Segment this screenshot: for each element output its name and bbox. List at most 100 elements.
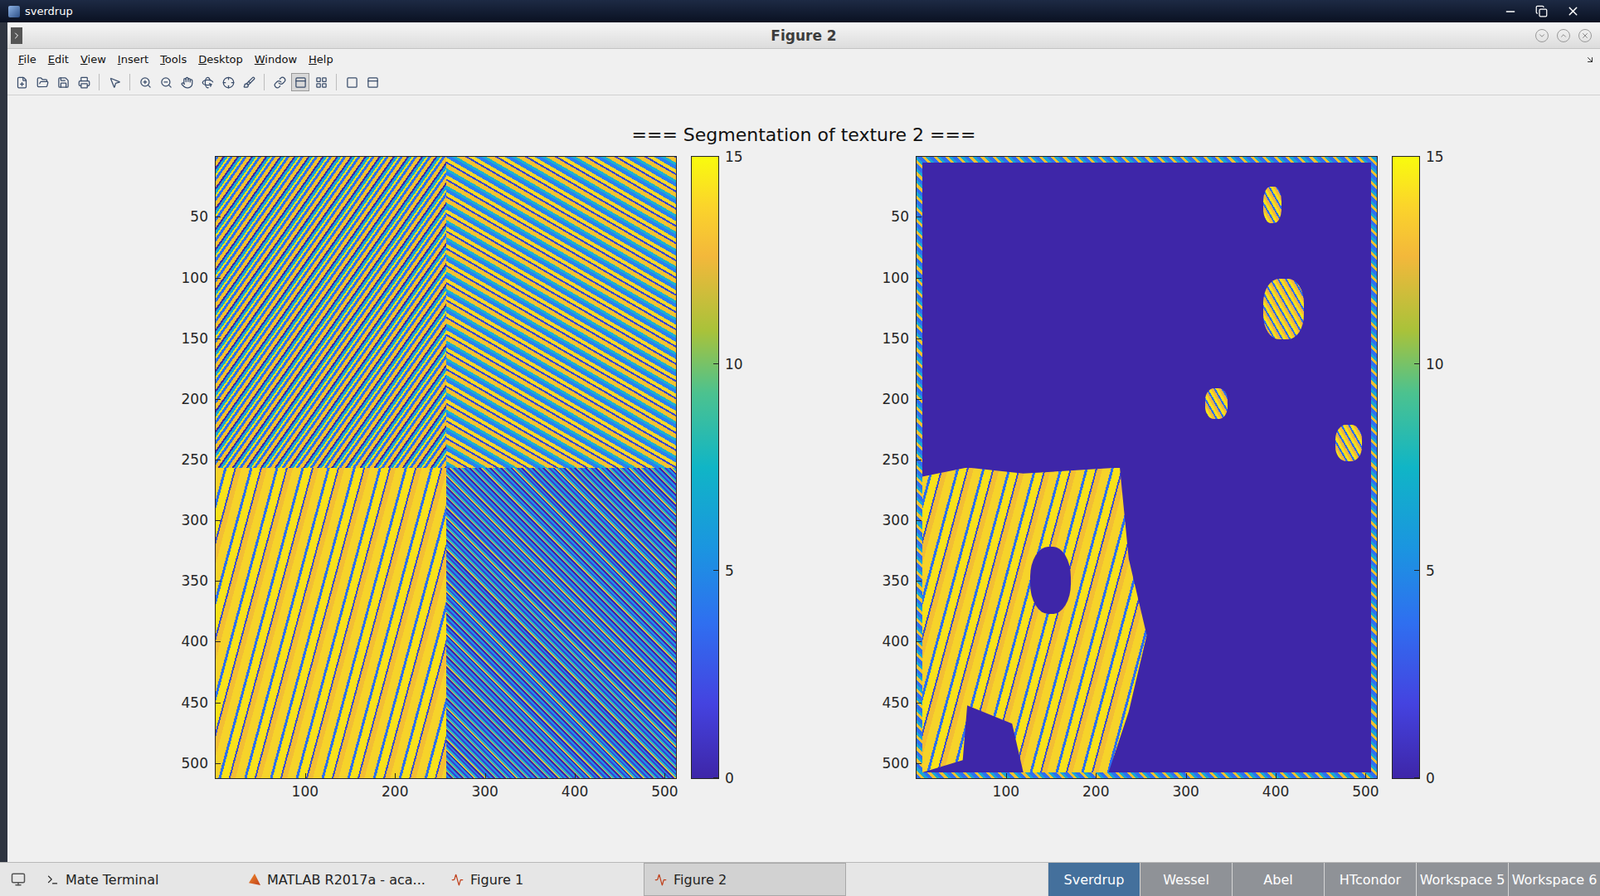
toolbar-button[interactable] bbox=[239, 72, 258, 92]
dock-arrow-icon[interactable] bbox=[1585, 54, 1596, 65]
x-tick-label: 300 bbox=[1172, 782, 1199, 800]
taskbar-item[interactable]: Mate Terminal bbox=[36, 862, 239, 896]
figure-title-bar: Figure 2 bbox=[7, 22, 1600, 49]
toolbar-button[interactable] bbox=[311, 72, 331, 92]
close-icon[interactable] bbox=[1565, 4, 1581, 19]
workspace-button[interactable]: Workspace 5 bbox=[1415, 862, 1508, 896]
expand-icon bbox=[11, 30, 22, 41]
y-tick bbox=[916, 277, 922, 279]
y-tick-label: 200 bbox=[181, 390, 209, 408]
y-tick-label: 100 bbox=[181, 269, 209, 287]
y-tick bbox=[916, 641, 922, 642]
new-figure-icon bbox=[15, 76, 29, 89]
colorbar-tick bbox=[713, 155, 719, 157]
y-tick-label: 50 bbox=[189, 208, 209, 225]
x-tick-label: 500 bbox=[651, 782, 678, 800]
brush-icon bbox=[243, 76, 256, 89]
x-tick bbox=[1006, 773, 1007, 779]
close-button[interactable] bbox=[1578, 29, 1592, 43]
taskbar-item[interactable]: MATLAB R2017a - aca... bbox=[238, 862, 442, 896]
workspace-button[interactable]: Workspace 6 bbox=[1507, 862, 1600, 896]
menu-item[interactable]: Insert bbox=[111, 51, 155, 68]
y-tick bbox=[215, 398, 221, 400]
zoom-out-icon bbox=[160, 76, 173, 89]
workspace-switcher: SverdrupWesselAbelHTcondorWorkspace 5Wor… bbox=[1047, 862, 1600, 896]
toolbar-button[interactable] bbox=[105, 72, 124, 92]
y-tick bbox=[916, 763, 922, 764]
data-cursor-icon bbox=[222, 76, 235, 89]
colorbar-tick bbox=[1414, 569, 1420, 571]
menu-item[interactable]: Help bbox=[302, 51, 340, 68]
y-tick bbox=[916, 702, 922, 704]
axes[interactable]: 5010015020025030035040045050010020030040… bbox=[915, 155, 1378, 779]
y-tick-label: 250 bbox=[882, 451, 910, 468]
toolbar-button[interactable] bbox=[363, 72, 382, 92]
toolbar-button[interactable] bbox=[136, 72, 155, 92]
minimize-icon[interactable] bbox=[1503, 4, 1518, 19]
figure-canvas: === Segmentation of texture 2 === 5010015… bbox=[7, 95, 1600, 862]
axes[interactable]: 5010015020025030035040045050010020030040… bbox=[214, 155, 677, 779]
toolbar-button[interactable] bbox=[291, 72, 310, 92]
figure-icon bbox=[654, 873, 667, 886]
toolbar-button[interactable] bbox=[198, 72, 217, 92]
figure-title: Figure 2 bbox=[770, 27, 837, 44]
toolbar-button[interactable] bbox=[270, 72, 289, 92]
y-tick bbox=[916, 580, 922, 582]
y-tick-label: 100 bbox=[882, 269, 910, 287]
toolbar-separator bbox=[335, 73, 337, 91]
toolbar-button[interactable] bbox=[33, 72, 52, 92]
menu-item[interactable]: Tools bbox=[154, 51, 193, 68]
dock-button[interactable] bbox=[10, 27, 23, 44]
y-tick-label: 200 bbox=[882, 390, 910, 408]
colorbar-toggle-icon bbox=[294, 76, 307, 89]
minimize-button[interactable] bbox=[1535, 29, 1549, 43]
toolbar-button[interactable] bbox=[74, 72, 93, 92]
colorbar-tick bbox=[1414, 155, 1420, 157]
show-desktop-button[interactable] bbox=[0, 862, 37, 896]
y-tick-label: 500 bbox=[882, 754, 910, 772]
maximize-button[interactable] bbox=[1556, 29, 1571, 43]
toolbar-button[interactable] bbox=[53, 72, 73, 92]
menu-item[interactable]: Desktop bbox=[192, 51, 249, 68]
y-tick bbox=[215, 277, 221, 279]
taskbar-item[interactable]: Figure 2 bbox=[643, 862, 847, 896]
toolbar-button[interactable] bbox=[177, 72, 196, 92]
axes-group: 5010015020025030035040045050010020030040… bbox=[915, 155, 1421, 779]
restore-icon[interactable] bbox=[1535, 4, 1548, 18]
colorbar-label: 10 bbox=[1425, 355, 1445, 373]
menu-item[interactable]: Edit bbox=[42, 51, 75, 68]
toolbar-separator bbox=[263, 73, 265, 91]
colorbar-label: 0 bbox=[724, 769, 735, 787]
y-tick bbox=[916, 398, 922, 400]
menu-item[interactable]: File bbox=[12, 51, 43, 68]
toolbar-button[interactable] bbox=[12, 72, 31, 92]
colorbar-label: 5 bbox=[724, 562, 735, 579]
plot-title: === Segmentation of texture 2 === bbox=[7, 95, 1600, 146]
toolbar-button[interactable] bbox=[218, 72, 238, 92]
toolbar-button[interactable] bbox=[342, 72, 361, 92]
x-tick bbox=[1095, 773, 1097, 779]
x-tick-label: 500 bbox=[1351, 782, 1379, 800]
y-tick bbox=[916, 338, 922, 340]
workspace-button[interactable]: HTcondor bbox=[1323, 862, 1416, 896]
colorbar-tick bbox=[713, 569, 719, 571]
workspace-button[interactable]: Wessel bbox=[1139, 862, 1232, 896]
colorbar[interactable]: 051015 bbox=[690, 155, 720, 779]
axes-group: 5010015020025030035040045050010020030040… bbox=[214, 155, 720, 779]
x-tick bbox=[305, 773, 307, 779]
workspace-button[interactable]: Sverdrup bbox=[1047, 862, 1140, 896]
menu-item[interactable]: Window bbox=[248, 51, 303, 68]
matlab-icon bbox=[248, 873, 261, 886]
workspace-button[interactable]: Abel bbox=[1231, 862, 1324, 896]
colorbar[interactable]: 051015 bbox=[1391, 155, 1421, 779]
toolbar-button[interactable] bbox=[156, 72, 176, 92]
x-tick bbox=[394, 773, 396, 779]
zoom-in-icon bbox=[139, 76, 152, 89]
y-tick-label: 250 bbox=[181, 451, 209, 468]
x-tick bbox=[1365, 773, 1367, 779]
close-icon bbox=[1580, 31, 1590, 40]
taskbar-item[interactable]: Figure 1 bbox=[441, 862, 644, 896]
menu-item[interactable]: View bbox=[74, 51, 112, 68]
pan-icon bbox=[180, 76, 194, 89]
y-tick bbox=[215, 763, 221, 764]
